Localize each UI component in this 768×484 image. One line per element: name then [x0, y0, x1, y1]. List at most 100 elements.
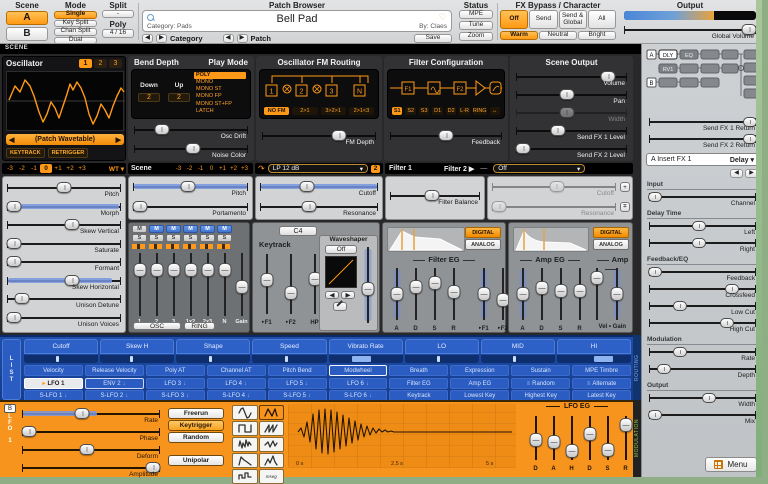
mod-source-cell[interactable]: Poly AT: [146, 365, 205, 376]
prev-category-button[interactable]: ◀: [142, 34, 153, 43]
macro-label[interactable]: Shape: [176, 339, 250, 354]
octave-button[interactable]: -3: [4, 164, 16, 173]
filter-config-mode-button[interactable]: L-R: [459, 107, 469, 115]
mixer-fader[interactable]: [149, 251, 164, 318]
slider-handle[interactable]: [79, 444, 94, 455]
lfo-shape-button[interactable]: [259, 437, 285, 452]
slider-handle[interactable]: [409, 280, 422, 294]
slider-handle[interactable]: [554, 284, 567, 298]
octave-button[interactable]: +1: [52, 164, 64, 173]
fx-param-slider[interactable]: Right: [646, 236, 759, 253]
mod-source-cell[interactable]: ≡ ▸ LFO 3 ↓: [146, 378, 205, 389]
slider-handle[interactable]: [299, 181, 314, 192]
eg-slider[interactable]: S: [553, 266, 568, 322]
fm-mode-button[interactable]: 2>1: [292, 107, 317, 115]
fx-param-slider[interactable]: High Cut: [646, 316, 759, 333]
lfo-shape-button[interactable]: [232, 453, 258, 468]
slider-handle[interactable]: [447, 285, 460, 299]
macro-value-bar[interactable]: [176, 355, 250, 363]
retrigger-toggle[interactable]: RETRIGGER: [48, 148, 89, 158]
slider-handle[interactable]: [547, 435, 560, 449]
slider-handle[interactable]: [590, 271, 603, 285]
split-value[interactable]: -: [102, 10, 134, 18]
macro-value-bar[interactable]: [405, 355, 479, 363]
slider-handle[interactable]: [648, 192, 662, 202]
solo-button[interactable]: S: [132, 234, 147, 242]
filter2-label[interactable]: Filter 2 ▶: [444, 165, 474, 173]
waveshaper-type[interactable]: Off: [325, 245, 357, 254]
mute-button[interactable]: M: [183, 225, 198, 233]
slider-handle[interactable]: [516, 287, 529, 301]
lfo-shape-button[interactable]: [232, 421, 258, 436]
scene-octave-button[interactable]: -3: [173, 164, 184, 173]
macro-label[interactable]: Skew H: [100, 339, 174, 354]
slider-handle[interactable]: [492, 201, 507, 212]
eg-slider[interactable]: D: [534, 266, 549, 322]
lfo-trigger-button[interactable]: Keytrigger: [168, 420, 224, 431]
macro-value-bar[interactable]: [100, 355, 174, 363]
slider-handle[interactable]: [549, 181, 564, 192]
fx-param-slider[interactable]: Rate: [646, 345, 759, 362]
send-return-slider[interactable]: Send FX 2 Return: [646, 132, 759, 149]
osc-param-slider[interactable]: Unison Voices: [5, 310, 123, 329]
lfo-side-button[interactable]: B: [4, 404, 16, 413]
lfo-shape-button[interactable]: [232, 405, 258, 420]
lfo-eg-slider[interactable]: R: [618, 414, 633, 462]
lfo-param-slider[interactable]: Phase: [20, 424, 162, 442]
eg-slider[interactable]: S: [427, 266, 442, 322]
slider-handle[interactable]: [477, 287, 490, 301]
mixer-fader[interactable]: [217, 251, 232, 318]
slider-handle[interactable]: [648, 267, 662, 277]
mod-source-cell[interactable]: ≡ ▸ ENV 2 ↓: [85, 378, 144, 389]
filter2-slider[interactable]: Resonance: [490, 199, 618, 219]
mod-source-cell[interactable]: ≡ ▸ Filter EG ↓: [389, 378, 448, 389]
macro-value-bar[interactable]: [329, 355, 403, 363]
mute-button[interactable]: M: [200, 225, 215, 233]
mod-source-cell[interactable]: ≡ ▸ Random ↓: [511, 378, 570, 389]
scene-output-slider[interactable]: Volume: [514, 69, 629, 87]
mod-source-cell[interactable]: Pitch Bend: [268, 365, 327, 376]
eg-analog-button[interactable]: ANALOG: [593, 239, 629, 250]
mod-source-cell[interactable]: Modwheel: [329, 365, 388, 376]
oscillator-tab[interactable]: 3: [109, 59, 122, 68]
lfo-eg-slider[interactable]: D: [582, 414, 597, 462]
mod-source-cell[interactable]: Channel AT: [207, 365, 266, 376]
filter-balance-slider[interactable]: Filter Balance: [388, 188, 482, 208]
macro-control[interactable]: LO: [405, 339, 479, 363]
macro-control[interactable]: MID: [481, 339, 555, 363]
mixer-fader[interactable]: [183, 251, 198, 318]
slider-handle[interactable]: [7, 238, 22, 249]
mod-source-cell[interactable]: ≡ ▸ Alternate ↓: [572, 378, 631, 389]
slider-handle[interactable]: [673, 347, 687, 357]
solo-button[interactable]: S: [200, 234, 215, 242]
fm-mode-button[interactable]: 3>2>1: [321, 107, 346, 115]
eg-digital-button[interactable]: DIGITAL: [593, 227, 629, 238]
next-waveshaper-button[interactable]: ▶: [341, 291, 355, 299]
lfo-param-slider[interactable]: Rate: [20, 406, 162, 424]
macro-control[interactable]: Skew H: [100, 339, 174, 363]
fader-handle[interactable]: [133, 263, 146, 277]
slider-handle[interactable]: [535, 281, 548, 295]
scene-b-button[interactable]: B: [6, 27, 48, 41]
polyphony-mode-item[interactable]: MONO ST: [194, 86, 246, 93]
slider-handle[interactable]: [75, 408, 90, 419]
slider-handle[interactable]: [428, 276, 441, 290]
slider-handle[interactable]: [692, 238, 706, 248]
filter-config-mode-button[interactable]: D2: [446, 107, 456, 115]
keytrack-toggle[interactable]: KEYTRACK: [6, 148, 45, 158]
scene-output-slider[interactable]: Width: [514, 105, 629, 123]
mute-button[interactable]: M: [166, 225, 181, 233]
mixer-fader[interactable]: [200, 251, 215, 318]
slider-handle[interactable]: [673, 301, 687, 311]
filter1-slider[interactable]: Cutoff: [258, 179, 380, 199]
lfo-shape-button[interactable]: [259, 405, 285, 420]
oscillator-waveform-display[interactable]: [6, 71, 124, 131]
play-mode-button[interactable]: Key Split: [54, 20, 97, 28]
scene-output-slider[interactable]: Send FX 2 Level: [514, 141, 629, 159]
fx-param-slider[interactable]: Depth: [646, 362, 759, 379]
osc-param-slider[interactable]: Skew Vertical: [5, 217, 123, 236]
macro-value-bar[interactable]: [24, 355, 98, 363]
macro-control[interactable]: HI: [557, 339, 631, 363]
mute-button[interactable]: M: [217, 225, 232, 233]
scene-octave-button[interactable]: +2: [228, 164, 239, 173]
